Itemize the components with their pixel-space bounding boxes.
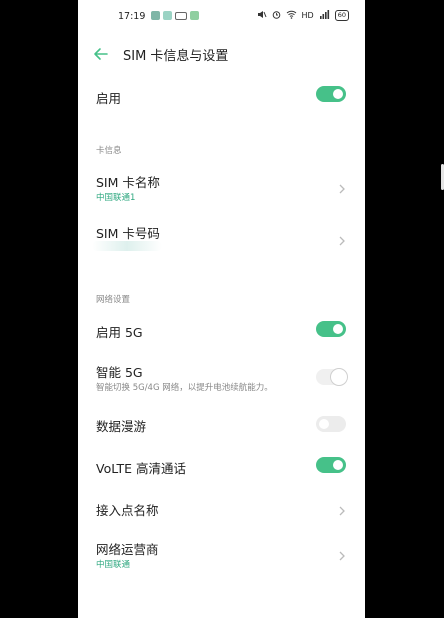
- app-notification-icon: [151, 11, 160, 20]
- wifi-icon: [286, 10, 297, 21]
- signal-icon: [319, 10, 330, 21]
- status-icons: HD 60: [257, 10, 349, 21]
- alarm-icon: [272, 10, 281, 21]
- smart-5g-toggle[interactable]: [316, 368, 348, 386]
- toggle-knob: [333, 89, 343, 99]
- notification-icons: [151, 11, 199, 20]
- section-card-info: 卡信息: [96, 146, 122, 156]
- toggle-knob: [319, 419, 329, 429]
- battery-icon: 60: [334, 10, 349, 21]
- sim-name-value: 中国联通1: [96, 193, 136, 203]
- page-title: SIM 卡信息与设置: [123, 49, 229, 64]
- data-roaming-toggle[interactable]: [316, 416, 346, 432]
- smart-5g-description: 智能切换 5G/4G 网络，以提升电池续航能力。: [96, 383, 273, 393]
- status-bar: 17:19 HD 60: [78, 0, 365, 34]
- hd-label: HD: [301, 11, 314, 20]
- phone-screen: 17:19 HD 60 SIM 卡信息与设置 启用 卡信息 SIM 卡名称 中国…: [78, 0, 365, 618]
- chevron-right-icon: [337, 232, 347, 246]
- mute-icon: [257, 10, 267, 21]
- video-icon: [175, 12, 187, 20]
- volte-label: VoLTE 高清通话: [96, 461, 186, 476]
- operator-label: 网络运营商: [96, 542, 159, 557]
- toggle-knob: [333, 324, 343, 334]
- enable-label: 启用: [96, 91, 122, 106]
- status-time: 17:19: [118, 11, 146, 22]
- toggle-knob: [333, 460, 343, 470]
- smart-5g-label: 智能 5G: [96, 365, 143, 380]
- sim-name-label: SIM 卡名称: [96, 175, 160, 190]
- sim-number-value-blurred: [92, 241, 162, 251]
- enable-toggle[interactable]: [316, 86, 346, 102]
- app-notification-icon: [190, 11, 199, 20]
- operator-value: 中国联通: [96, 560, 131, 570]
- app-notification-icon: [163, 11, 172, 20]
- enable-5g-label: 启用 5G: [96, 325, 143, 340]
- volte-toggle[interactable]: [316, 457, 346, 473]
- sim-number-label: SIM 卡号码: [96, 226, 160, 241]
- back-arrow-icon[interactable]: [92, 45, 110, 63]
- section-network-settings: 网络设置: [96, 295, 131, 305]
- chevron-right-icon: [337, 180, 347, 194]
- chevron-right-icon: [337, 547, 347, 561]
- enable-5g-toggle[interactable]: [316, 321, 346, 337]
- chevron-right-icon: [337, 502, 347, 516]
- toggle-knob: [330, 368, 348, 386]
- data-roaming-label: 数据漫游: [96, 419, 147, 434]
- header: SIM 卡信息与设置: [78, 36, 365, 72]
- apn-label: 接入点名称: [96, 503, 159, 518]
